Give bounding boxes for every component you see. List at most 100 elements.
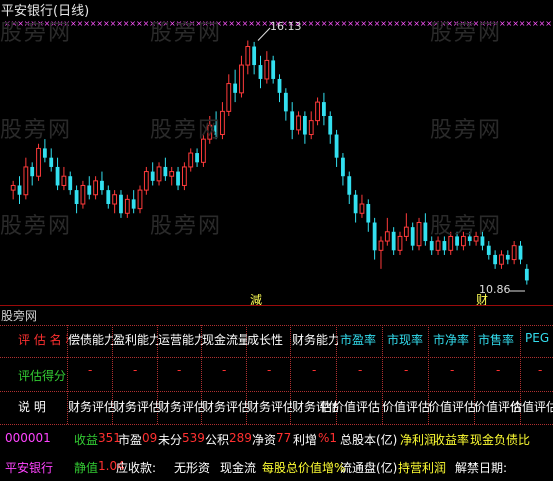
score-cell: - — [88, 363, 93, 377]
candle-body — [124, 198, 130, 214]
row-label-eval-name: 评 估 名 称 — [18, 333, 68, 347]
candle-body — [403, 226, 409, 237]
candle-body — [49, 157, 54, 167]
kline-chart[interactable]: 平安银行(日线) × × × × × × × × × × × × × × × × × × × × × × × × × × × × × × ×… — [0, 0, 553, 307]
col-cash-flow[interactable]: 现金流量 — [202, 331, 247, 348]
info1-k7: 净利润 — [400, 433, 437, 447]
candle-body — [410, 227, 415, 246]
candle-body — [245, 46, 251, 66]
grid-line — [0, 391, 553, 392]
col-debt-ability[interactable]: 偿债能力 — [68, 331, 113, 348]
info1-v4: 77 — [276, 431, 292, 445]
candle-body — [112, 194, 118, 205]
candle-body — [176, 171, 180, 186]
candle-body — [353, 194, 358, 214]
candle-body — [442, 241, 447, 251]
score-cell: - — [496, 363, 501, 377]
score-cell: - — [538, 363, 543, 377]
info2-k1: 应收款: — [116, 461, 157, 475]
col-operating-ability[interactable]: 运营能力 — [158, 331, 203, 348]
watermark: 股旁网 — [430, 214, 503, 239]
score-cell: - — [222, 363, 227, 377]
col-peg[interactable]: PEG — [525, 331, 553, 345]
desc-cell: 财务评估 — [68, 400, 114, 414]
score-cell: - — [133, 363, 138, 377]
candle-body — [505, 254, 510, 260]
watermark: 股旁网 — [430, 21, 503, 46]
info1-k2: 未分 — [158, 433, 183, 447]
info1-k6: 总股本(亿) — [340, 433, 398, 447]
candle-body — [131, 199, 136, 209]
stock-name[interactable]: 平安银行 — [5, 459, 53, 476]
candle-body — [61, 175, 67, 186]
candle-body — [366, 204, 371, 223]
candle-body — [119, 194, 123, 214]
candle-body — [23, 166, 29, 196]
desc-cell: 价值评估 — [510, 400, 553, 414]
info1-k8: 收益率 — [433, 433, 470, 447]
candle-body — [416, 222, 422, 247]
candle-body — [233, 83, 238, 93]
candle-body — [341, 157, 345, 177]
grid-line — [0, 424, 553, 425]
candle-body — [226, 83, 232, 112]
candle-body — [499, 254, 504, 265]
candle-body — [143, 171, 149, 191]
candle-body — [169, 171, 175, 177]
candle-body — [188, 152, 194, 168]
info2-k2: 无形资 — [174, 461, 211, 475]
grid-line — [0, 357, 553, 358]
candle-body — [296, 115, 301, 131]
panel-header: 股旁网 — [1, 309, 38, 323]
score-cell: - — [312, 363, 317, 377]
candle-body — [17, 185, 22, 195]
info1-k0: 收益 — [74, 433, 99, 447]
candle-body — [30, 166, 35, 177]
col-pe[interactable]: 市盈率 — [340, 331, 384, 348]
info2-k4: 每股总价值 — [262, 461, 323, 475]
candle-body — [435, 240, 441, 251]
info1-v5: %1 — [318, 431, 338, 445]
candle-body — [359, 203, 365, 214]
candle-body — [80, 184, 86, 205]
row-label-score: 评估得分 — [18, 369, 67, 383]
candle-body — [328, 116, 333, 135]
watermark: 股旁网 — [150, 21, 223, 46]
info1-k3: 公积 — [205, 433, 230, 447]
col-growth[interactable]: 成长性 — [247, 331, 291, 348]
candle-body — [150, 171, 155, 181]
col-pcf[interactable]: 市现率 — [387, 331, 431, 348]
score-cell: - — [177, 363, 182, 377]
col-financial-ability[interactable]: 财务能力 — [292, 331, 338, 348]
candle-body — [252, 46, 257, 66]
candle-body — [10, 184, 16, 191]
info1-k9: 现金负债比 — [470, 433, 531, 447]
high-marker-line — [257, 27, 271, 41]
candle-body — [74, 190, 79, 204]
info2-k6: 流通盘(亿) — [340, 461, 398, 475]
candle-body — [518, 245, 523, 260]
watermark: 股旁网 — [0, 21, 73, 46]
candle-body — [68, 176, 73, 191]
col-ps[interactable]: 市售率 — [478, 331, 522, 348]
row-label-desc: 说 明 — [18, 400, 46, 414]
stock-code[interactable]: 000001 — [5, 431, 51, 445]
candle-body — [93, 180, 99, 196]
candle-body — [258, 65, 263, 79]
score-cell: - — [450, 363, 455, 377]
score-cell: - — [267, 363, 272, 377]
info2-k8: 解禁日期: — [455, 461, 508, 475]
candle-body — [277, 78, 282, 93]
info1-k1: 市盈 — [118, 433, 143, 447]
col-profit-ability[interactable]: 盈利能力 — [113, 331, 158, 348]
candle-body — [524, 268, 529, 281]
col-pb[interactable]: 市净率 — [433, 331, 477, 348]
candle-body — [378, 240, 384, 251]
desc-cell: 财务评估 — [158, 400, 203, 414]
candle-body — [87, 185, 92, 195]
watermark: 股旁网 — [0, 214, 73, 239]
candle-body — [302, 116, 307, 135]
candle-body — [55, 166, 60, 186]
candle-body — [195, 153, 199, 163]
candle-body — [106, 190, 111, 204]
